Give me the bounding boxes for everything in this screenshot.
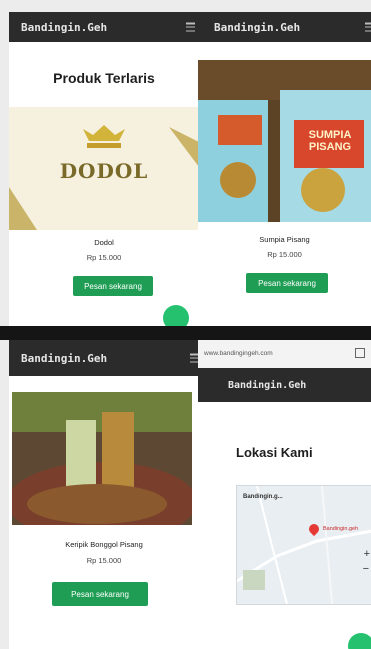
brand-title[interactable]: Bandingin.Geh: [228, 380, 306, 391]
tabs-icon[interactable]: [355, 348, 365, 358]
section-title-location: Lokasi Kami: [236, 445, 313, 460]
map-marker-label: Bandingin.geh: [323, 526, 359, 532]
menu-icon[interactable]: [186, 22, 195, 32]
order-button[interactable]: Pesan sekarang: [246, 273, 328, 293]
dodol-logo-text: DODOL: [59, 159, 149, 183]
order-button[interactable]: Pesan sekarang: [52, 582, 148, 606]
screen-products-right: Bandingin.Geh SUMPIA PISANG Sumpia Pisan…: [198, 12, 371, 326]
map-roads-icon: [237, 486, 371, 604]
zoom-out-icon[interactable]: −: [363, 564, 369, 575]
map-embed[interactable]: Bandingin.g... Bandingin.geh + −: [236, 485, 371, 605]
zoom-in-icon[interactable]: +: [364, 549, 370, 560]
product-image-dodol: DODOL: [9, 107, 199, 230]
nav-bar: Bandingin.Geh: [198, 368, 371, 402]
product-name: Sumpia Pisang: [259, 235, 310, 244]
brand-title[interactable]: Bandingin.Geh: [21, 352, 107, 365]
product-name: Dodol: [94, 238, 114, 247]
screen-product-keripik: Bandingin.Geh Keripik Bonggol Pisang Rp …: [9, 340, 199, 649]
map-place-name: Bandingin.g...: [243, 494, 283, 500]
product-name: Keripik Bonggol Pisang: [65, 540, 143, 549]
nav-bar: Bandingin.Geh: [9, 12, 199, 42]
brand-title[interactable]: Bandingin.Geh: [214, 21, 300, 34]
screen-products-left: Bandingin.Geh Produk Terlaris DODOL Dodo…: [9, 12, 199, 326]
nav-bar: Bandingin.Geh: [198, 12, 371, 42]
status-bar: [0, 326, 371, 340]
brand-title[interactable]: Bandingin.Geh: [21, 21, 107, 34]
product-image-sumpia: SUMPIA PISANG: [198, 60, 371, 222]
product-price: Rp 15.000: [267, 250, 302, 259]
section-title-products: Produk Terlaris: [53, 70, 155, 86]
menu-icon[interactable]: [365, 22, 371, 32]
product-price: Rp 15.000: [86, 556, 122, 565]
order-button[interactable]: Pesan sekarang: [73, 276, 153, 296]
product-image-keripik: [12, 392, 192, 525]
url-field[interactable]: www.bandingingeh.com: [204, 347, 346, 361]
product-price: Rp 15.000: [86, 253, 122, 262]
keripik-bag-icon: [12, 392, 192, 525]
screen-location: www.bandingingeh.com Bandingin.Geh Lokas…: [198, 340, 371, 649]
nav-bar: Bandingin.Geh: [9, 340, 199, 376]
browser-address-bar: www.bandingingeh.com: [198, 340, 371, 369]
sumpia-package-text: SUMPIA PISANG: [308, 129, 352, 153]
whatsapp-fab-icon[interactable]: [348, 633, 371, 649]
